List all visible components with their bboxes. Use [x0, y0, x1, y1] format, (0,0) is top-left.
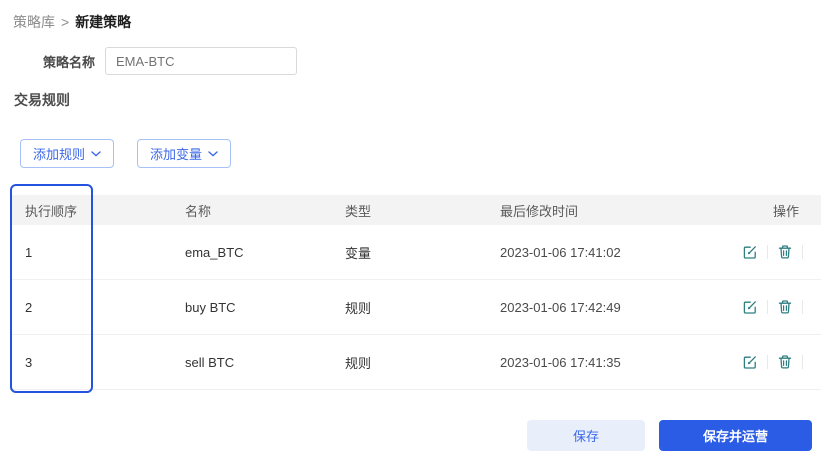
strategy-name-input[interactable]	[105, 47, 297, 75]
cell-name: sell BTC	[185, 355, 345, 370]
rules-table: 执行顺序 名称 类型 最后修改时间 操作 1 ema_BTC 变量 2023-0…	[10, 195, 821, 390]
trading-rules-title: 交易规则	[14, 90, 70, 110]
cell-type: 规则	[345, 298, 500, 317]
edit-button[interactable]	[742, 299, 758, 315]
add-rule-label: 添加规则	[33, 144, 85, 163]
add-variable-label: 添加变量	[150, 144, 202, 163]
edit-icon	[742, 299, 758, 315]
delete-button[interactable]	[777, 354, 793, 370]
edit-button[interactable]	[742, 244, 758, 260]
footer-actions: 保存 保存并运营	[527, 420, 812, 451]
save-button[interactable]: 保存	[527, 420, 645, 451]
action-divider	[767, 300, 768, 314]
save-and-run-button[interactable]: 保存并运营	[659, 420, 812, 451]
cell-name: buy BTC	[185, 300, 345, 315]
cell-actions	[730, 244, 821, 260]
action-divider	[767, 355, 768, 369]
cell-type: 变量	[345, 243, 500, 262]
strategy-name-label: 策略名称	[0, 52, 105, 71]
action-divider	[802, 355, 803, 369]
table-row: 3 sell BTC 规则 2023-01-06 17:41:35	[10, 335, 821, 390]
column-header-modified: 最后修改时间	[500, 201, 730, 220]
cell-order: 2	[10, 300, 185, 315]
page-title: 新建策略	[75, 12, 131, 32]
toolbar: 添加规则 添加变量	[20, 139, 231, 168]
new-strategy-page: 策略库 > 新建策略 策略名称 交易规则 添加规则 添加变量 执行顺序 名称 类…	[0, 0, 831, 474]
cell-actions	[730, 299, 821, 315]
cell-modified: 2023-01-06 17:41:02	[500, 245, 730, 260]
cell-order: 3	[10, 355, 185, 370]
delete-button[interactable]	[777, 244, 793, 260]
edit-icon	[742, 354, 758, 370]
trash-icon	[777, 299, 793, 315]
cell-order: 1	[10, 245, 185, 260]
breadcrumb-strategy-library[interactable]: 策略库	[13, 12, 55, 32]
action-divider	[802, 300, 803, 314]
table-body: 1 ema_BTC 变量 2023-01-06 17:41:02	[10, 225, 821, 390]
edit-icon	[742, 244, 758, 260]
action-divider	[767, 245, 768, 259]
chevron-down-icon	[91, 151, 101, 157]
cell-modified: 2023-01-06 17:41:35	[500, 355, 730, 370]
delete-button[interactable]	[777, 299, 793, 315]
column-header-type: 类型	[345, 201, 500, 220]
column-header-name: 名称	[185, 201, 345, 220]
table-row: 1 ema_BTC 变量 2023-01-06 17:41:02	[10, 225, 821, 280]
edit-button[interactable]	[742, 354, 758, 370]
column-header-actions: 操作	[730, 201, 821, 220]
cell-modified: 2023-01-06 17:42:49	[500, 300, 730, 315]
column-header-order: 执行顺序	[10, 201, 185, 220]
add-variable-button[interactable]: 添加变量	[137, 139, 231, 168]
add-rule-button[interactable]: 添加规则	[20, 139, 114, 168]
cell-actions	[730, 354, 821, 370]
table-header-row: 执行顺序 名称 类型 最后修改时间 操作	[10, 195, 821, 225]
table-row: 2 buy BTC 规则 2023-01-06 17:42:49	[10, 280, 821, 335]
cell-name: ema_BTC	[185, 245, 345, 260]
action-divider	[802, 245, 803, 259]
trash-icon	[777, 244, 793, 260]
chevron-down-icon	[208, 151, 218, 157]
breadcrumb: 策略库 > 新建策略	[13, 12, 131, 32]
strategy-name-row: 策略名称	[0, 47, 297, 75]
breadcrumb-separator: >	[61, 14, 69, 30]
trash-icon	[777, 354, 793, 370]
cell-type: 规则	[345, 353, 500, 372]
